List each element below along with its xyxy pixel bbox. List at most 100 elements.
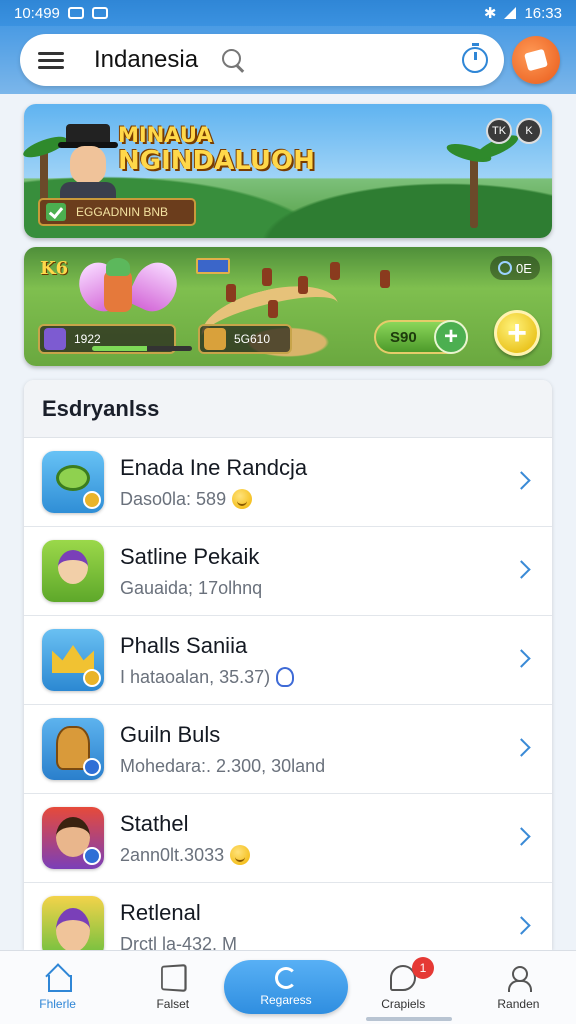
- banner2-coin-counter[interactable]: 0E: [490, 256, 540, 280]
- hero-head: [70, 146, 106, 184]
- nav-item-randen[interactable]: Randen: [461, 951, 576, 1024]
- chevron-right-icon[interactable]: [512, 471, 531, 490]
- nav-item-home[interactable]: Fhlerle: [0, 951, 115, 1024]
- item-subtitle-text: Daso0la: 589: [120, 488, 227, 509]
- message-icon: [91, 7, 108, 19]
- search-bar[interactable]: Indanesia: [20, 34, 504, 86]
- flag-icon: [196, 258, 230, 274]
- check-icon: [46, 203, 66, 221]
- banner1-title-line1: MINAUA: [118, 123, 213, 147]
- banner2-stat2-text: 5G610: [234, 332, 271, 346]
- list-item[interactable]: Enada Ine Randcja Daso0la: 589: [24, 438, 552, 527]
- refresh-icon: [275, 967, 297, 989]
- bluetooth-icon: ✱: [483, 5, 497, 22]
- coin-ring-icon: [498, 261, 513, 275]
- nav-item-crapiels[interactable]: Crapiels: [346, 951, 461, 1024]
- signal-icon: [504, 7, 517, 19]
- banner1-title-line2: NGINDALUOH: [118, 146, 315, 177]
- app-thumbnail: [42, 629, 104, 691]
- item-title: Phalls Saniia: [120, 632, 248, 658]
- item-subtitle-text: 2ann0lt.3033: [120, 844, 225, 865]
- warrior-head: [106, 258, 130, 276]
- mini-unit: [226, 284, 236, 302]
- mini-unit: [330, 262, 340, 280]
- gold-add-button[interactable]: S90 +: [374, 320, 468, 354]
- app-thumbnail: [42, 896, 104, 950]
- chevron-right-icon[interactable]: [512, 560, 531, 579]
- app-thumbnail: [42, 451, 104, 513]
- banner1-chip-text: EGGADNIN BNB: [76, 205, 169, 219]
- search-text[interactable]: Indanesia: [94, 46, 198, 74]
- status-time-right: 16:33: [524, 4, 562, 22]
- nav-item-regaress[interactable]: Regaress: [224, 960, 348, 1014]
- chevron-right-icon[interactable]: [512, 827, 531, 846]
- item-title: Enada Ine Randcja: [120, 454, 308, 480]
- smile-icon: [232, 489, 253, 509]
- item-subtitle: Drctl la-432. M: [120, 933, 238, 951]
- box-icon: [160, 963, 187, 992]
- chevron-right-icon[interactable]: [512, 738, 531, 757]
- nav-label-falset: Falset: [156, 996, 190, 1011]
- avatar-glyph-icon: [524, 48, 548, 72]
- banner1-corner-icons: TK K: [486, 118, 542, 144]
- home-indicator: [366, 1017, 452, 1021]
- item-subtitle: Mohedara:. 2.300, 30land: [120, 755, 326, 776]
- notification-badge: 1: [412, 957, 434, 979]
- item-subtitle-text: I hataoalan, 35.37): [120, 666, 271, 687]
- mini-unit: [298, 276, 308, 294]
- list-header: Esdryanlss: [24, 380, 552, 438]
- banner1-title: MINAUA NGINDALUOH: [118, 123, 315, 177]
- chevron-right-icon[interactable]: [512, 916, 531, 935]
- nav-item-falset[interactable]: Falset: [115, 951, 230, 1024]
- app-thumbnail: [42, 807, 104, 869]
- mini-unit: [262, 268, 272, 286]
- banner2-progress: [92, 346, 192, 351]
- banner2-level: K6: [40, 258, 69, 279]
- hero-hat: [58, 124, 118, 148]
- gold-value: S90: [390, 328, 417, 346]
- banner2-stat1-text: 1922: [74, 332, 101, 346]
- menu-icon[interactable]: [38, 50, 64, 70]
- banner1-corner-icon-1[interactable]: TK: [486, 118, 512, 144]
- nav-label-crapiels: Crapiels: [381, 996, 426, 1011]
- notification-icon: [67, 7, 84, 19]
- nav-label-randen: Randen: [497, 996, 540, 1011]
- app-list-card: Esdryanlss Enada Ine Randcja Daso0la: 58…: [24, 380, 552, 950]
- item-title: Stathel: [120, 810, 189, 836]
- list-item[interactable]: Guiln Buls Mohedara:. 2.300, 30land: [24, 705, 552, 794]
- banner1-corner-icon-2[interactable]: K: [516, 118, 542, 144]
- list-item[interactable]: Phalls Saniia I hataoalan, 35.37): [24, 616, 552, 705]
- banner2-stat-2[interactable]: 5G610: [198, 324, 292, 354]
- timer-icon[interactable]: [462, 43, 488, 73]
- item-title: Retlenal: [120, 899, 201, 925]
- home-icon: [45, 965, 72, 992]
- user-icon: [505, 965, 533, 992]
- list-item[interactable]: Satline Pekaik Gauaida; 17olhnq: [24, 527, 552, 616]
- profile-avatar-button[interactable]: [512, 36, 560, 84]
- item-subtitle: Gauaida; 17olhnq: [120, 577, 263, 598]
- list-item[interactable]: Stathel 2ann0lt.3033: [24, 794, 552, 883]
- item-subtitle: I hataoalan, 35.37): [120, 666, 295, 688]
- banner1-chip[interactable]: EGGADNIN BNB: [38, 198, 196, 226]
- smile-icon: [230, 845, 251, 865]
- list-item[interactable]: Retlenal Drctl la-432. M: [24, 883, 552, 950]
- search-icon[interactable]: [220, 47, 246, 73]
- mini-unit: [380, 270, 390, 288]
- status-bar: 10:499 ✱ 16:33: [0, 0, 576, 26]
- hand-icon: [276, 667, 295, 687]
- banner2-stat-1[interactable]: 1922: [38, 324, 192, 354]
- plus-icon: +: [434, 320, 468, 354]
- chevron-right-icon[interactable]: [512, 649, 531, 668]
- mini-unit: [268, 300, 278, 318]
- nav-label-regaress: Regaress: [260, 993, 312, 1007]
- status-time-left: 10:499: [14, 4, 60, 22]
- item-title: Satline Pekaik: [120, 543, 260, 569]
- banner2-coin-text: 0E: [516, 260, 532, 276]
- item-title: Guiln Buls: [120, 721, 221, 747]
- warrior-body: [104, 270, 132, 312]
- nav-label-home: Fhlerle: [39, 996, 76, 1011]
- item-subtitle: Daso0la: 589: [120, 489, 307, 510]
- shield-icon: [204, 328, 226, 350]
- app-thumbnail: [42, 540, 104, 602]
- big-plus-button[interactable]: +: [494, 310, 540, 356]
